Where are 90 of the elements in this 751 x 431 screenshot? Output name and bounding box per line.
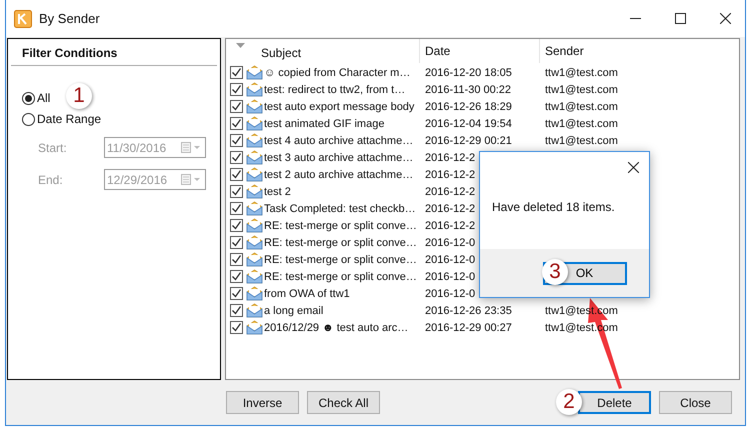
table-cell: 2016-12-26 23:35 [425,304,512,316]
table-cell: from OWA of ttw1 [264,288,350,300]
sort-icon[interactable] [236,43,245,48]
maximize-icon[interactable] [675,13,686,24]
field-label: Start: [38,140,68,154]
table-cell: test: redirect to ttw2, from t… [264,84,406,96]
radio-option[interactable]: All [22,91,50,105]
checkbox[interactable] [230,304,243,317]
table-cell: 2016-12-2 [425,202,476,214]
envelope-icon [246,218,263,233]
table-cell: Task Completed: test checkb… [264,202,416,214]
checkbox[interactable] [230,168,243,181]
table-cell: RE: test-merge or split conve… [264,254,417,266]
table-cell: ttw1@test.com [545,118,618,130]
table-cell: RE: test-merge or split conve… [264,236,417,248]
checkbox[interactable] [230,236,243,249]
table-cell: 2016-12-0 [425,288,476,300]
envelope-icon [246,269,263,284]
panel-title: Filter Conditions [11,46,217,66]
table-cell: ttw1@test.com [545,100,618,112]
envelope-icon [246,252,263,267]
table-cell: a long email [264,304,324,316]
table-cell: 2016-11-30 00:22 [425,84,512,96]
table-cell: ☺ copied from Character m… [264,66,410,78]
field-label: End: [38,172,64,186]
checkbox[interactable] [230,321,243,334]
envelope-icon [246,201,263,216]
radio-icon[interactable] [22,112,35,126]
table-cell: 2016-12-0 [425,270,476,282]
checkbox[interactable] [230,253,243,266]
action-button[interactable]: Delete [578,391,651,414]
table-cell: 2016/12/29 ☻ test auto arc… [264,322,408,334]
envelope-icon [246,286,263,301]
close-icon[interactable] [628,162,639,173]
table-cell: 2016-12-04 19:54 [425,118,512,130]
checkbox[interactable] [230,219,243,232]
checkbox[interactable] [230,66,243,79]
column-header[interactable]: Date [420,39,540,63]
table-cell: RE: test-merge or split conve… [264,270,417,282]
action-button[interactable]: Inverse [226,391,299,414]
action-button[interactable]: Check All [307,391,380,414]
envelope-icon [246,133,263,148]
radio-icon[interactable] [22,92,35,104]
table-cell: test auto export message body [264,100,414,112]
close-icon[interactable] [720,13,731,24]
envelope-icon [246,303,263,318]
column-header[interactable]: Sender [540,44,584,58]
action-button[interactable]: Close [659,391,732,414]
envelope-icon [246,150,263,165]
table-cell: test 3 auto archive attachme… [264,152,414,164]
table-cell: ttw1@test.com [545,66,618,78]
checkbox[interactable] [230,134,243,147]
table-cell: 2016-12-29 00:21 [425,134,512,146]
table-cell: test 2 auto archive attachme… [264,168,414,180]
checkbox[interactable] [230,151,243,164]
table-cell: 2016-12-2 [425,168,476,180]
checkbox[interactable] [230,202,243,215]
app-icon [14,10,32,28]
checkbox[interactable] [230,117,243,130]
table-cell: RE: test-merge or split conve… [264,220,417,232]
column-header[interactable]: Subject [261,46,302,60]
table-cell: 2016-12-2 [425,186,476,198]
table-cell: 2016-12-29 00:27 [425,322,512,334]
table-cell: 2016-12-20 18:05 [425,66,512,78]
envelope-icon [246,184,263,199]
table-cell: ttw1@test.com [545,84,618,96]
checkbox[interactable] [230,287,243,300]
envelope-icon [246,116,263,131]
envelope-icon [246,65,263,80]
table-cell: 2016-12-26 18:29 [425,100,512,112]
checkbox[interactable] [230,100,243,113]
table-cell: test animated GIF image [264,118,384,130]
table-cell: 2016-12-2 [425,220,476,232]
table-cell: 2016-12-0 [425,254,476,266]
envelope-icon [246,235,263,250]
envelope-icon [246,82,263,97]
checkbox[interactable] [230,270,243,283]
window-title: By Sender [39,11,100,26]
envelope-icon [246,167,263,182]
table-cell: 2016-12-2 [425,152,476,164]
table-cell: 2016-12-0 [425,236,476,248]
table-cell: test 4 auto archive attachme… [264,134,414,146]
checkbox[interactable] [230,83,243,96]
envelope-icon [246,320,263,335]
table-cell: test 2 [264,186,291,198]
envelope-icon [246,99,263,114]
checkbox[interactable] [230,185,243,198]
radio-option[interactable]: Date Range [22,112,102,126]
dialog-message: Have deleted 18 items. [491,199,616,216]
table-cell: ttw1@test.com [545,134,618,146]
